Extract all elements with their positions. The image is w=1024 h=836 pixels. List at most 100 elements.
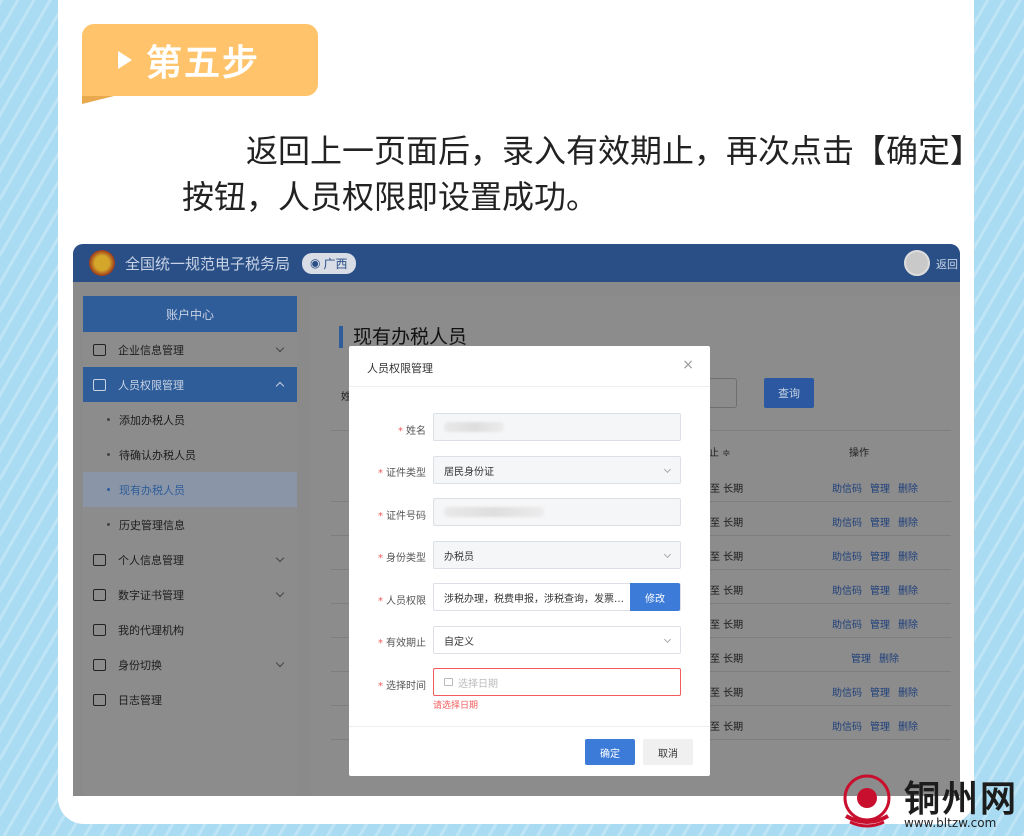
row-actions: 助信码 管理 删除 [815, 718, 935, 733]
region-badge[interactable]: ◉ 广西 [302, 252, 356, 274]
sidebar-item-label: 历史管理信息 [119, 518, 185, 532]
sidebar-item-label: 我的代理机构 [118, 623, 184, 637]
row-action-link[interactable]: 管理 [870, 514, 890, 529]
id-card-icon [93, 553, 106, 566]
sidebar: 账户中心 企业信息管理 人员权限管理 添加办税人员 待确认办税人员 现有办税人员… [83, 296, 297, 796]
row-action-link[interactable]: 删除 [898, 718, 918, 733]
query-button[interactable]: 查询 [764, 378, 814, 408]
chevron-down-icon [663, 465, 672, 474]
modal-title: 人员权限管理 [367, 362, 433, 375]
row-expiry: 至 长期 [710, 620, 744, 631]
identity-type-select[interactable]: 办税员 [433, 541, 681, 569]
user-avatar[interactable] [904, 250, 930, 276]
permission-field[interactable]: 涉税办理，税费申报，涉税查询，发票… 修改 [433, 583, 681, 611]
step-label: 第五步 [146, 43, 261, 84]
id-type-label: * 证件类型 [378, 468, 426, 479]
calendar-icon [93, 693, 106, 706]
sidebar-item-logs[interactable]: 日志管理 [83, 682, 297, 717]
sidebar-item-enterprise-info[interactable]: 企业信息管理 [83, 332, 297, 367]
row-actions: 助信码 管理 删除 [815, 684, 935, 699]
row-actions: 助信码 管理 删除 [815, 514, 935, 529]
sidebar-item-current-staff[interactable]: 现有办税人员 [83, 472, 297, 507]
row-actions: 助信码 管理 删除 [815, 548, 935, 563]
row-action-link[interactable]: 管理 [851, 650, 871, 665]
cancel-button[interactable]: 取消 [643, 739, 693, 765]
column-header-expiry[interactable]: 止 ≑ [709, 444, 731, 459]
sidebar-item-identity-switch[interactable]: 身份切换 [83, 647, 297, 682]
chevron-down-icon [663, 550, 672, 559]
row-action-link[interactable]: 删除 [898, 514, 918, 529]
permission-modal: 人员权限管理 × * 姓名 * 证件类型 居民身份证 * 证件号码 * 身份类型 办税员… [349, 346, 710, 776]
sidebar-item-personal-info[interactable]: 个人信息管理 [83, 542, 297, 577]
sidebar-item-digital-cert[interactable]: 数字证书管理 [83, 577, 297, 612]
calendar-icon [444, 678, 453, 686]
sidebar-item-label: 个人信息管理 [118, 553, 184, 567]
chevron-down-icon [275, 658, 285, 668]
row-action-link[interactable]: 助信码 [832, 582, 862, 597]
modify-button[interactable]: 修改 [630, 583, 680, 611]
row-action-link[interactable]: 删除 [898, 582, 918, 597]
sidebar-item-agency[interactable]: 我的代理机构 [83, 612, 297, 647]
sidebar-item-permission-management[interactable]: 人员权限管理 [83, 367, 297, 402]
row-actions: 助信码 管理 删除 [815, 582, 935, 597]
name-label: * 姓名 [398, 426, 426, 437]
chevron-down-icon [275, 343, 285, 353]
permission-value: 涉税办理，税费申报，涉税查询，发票… [444, 593, 624, 605]
row-action-link[interactable]: 助信码 [832, 480, 862, 495]
sidebar-item-label: 企业信息管理 [118, 343, 184, 357]
sidebar-item-label: 现有办税人员 [119, 483, 185, 497]
row-action-link[interactable]: 删除 [898, 480, 918, 495]
row-action-link[interactable]: 助信码 [832, 684, 862, 699]
sidebar-item-label: 身份切换 [118, 658, 162, 672]
row-expiry: 至 长期 [710, 552, 744, 563]
sidebar-header: 账户中心 [83, 296, 297, 332]
column-header-actions: 操作 [849, 448, 869, 459]
sidebar-item-pending-staff[interactable]: 待确认办税人员 [83, 437, 297, 472]
id-number-field[interactable] [433, 498, 681, 526]
certificate-icon [93, 588, 106, 601]
row-actions: 管理 删除 [815, 650, 935, 665]
sidebar-item-label: 日志管理 [118, 693, 162, 707]
row-action-link[interactable]: 管理 [870, 480, 890, 495]
redacted-value [444, 422, 504, 432]
row-action-link[interactable]: 助信码 [832, 616, 862, 631]
id-type-select[interactable]: 居民身份证 [433, 456, 681, 484]
row-action-link[interactable]: 管理 [870, 582, 890, 597]
sidebar-item-add-staff[interactable]: 添加办税人员 [83, 402, 297, 437]
row-action-link[interactable]: 管理 [870, 718, 890, 733]
row-action-link[interactable]: 管理 [870, 684, 890, 699]
row-expiry: 至 长期 [710, 688, 744, 699]
row-actions: 助信码 管理 删除 [815, 480, 935, 495]
region-label: 广西 [323, 256, 348, 271]
site-name: 全国统一规范电子税务局 [125, 254, 291, 273]
name-field[interactable] [433, 413, 681, 441]
row-action-link[interactable]: 助信码 [832, 718, 862, 733]
lock-icon [93, 378, 106, 391]
row-expiry: 至 长期 [710, 722, 744, 733]
sidebar-item-history[interactable]: 历史管理信息 [83, 507, 297, 542]
row-action-link[interactable]: 删除 [898, 548, 918, 563]
expiry-select[interactable]: 自定义 [433, 626, 681, 654]
row-expiry: 至 长期 [710, 518, 744, 529]
play-triangle-icon [118, 51, 132, 69]
date-picker-input[interactable]: 选择日期 [433, 668, 681, 696]
row-action-link[interactable]: 管理 [870, 616, 890, 631]
watermark-name: 铜州网 [904, 779, 1019, 820]
row-action-link[interactable]: 删除 [898, 684, 918, 699]
back-link[interactable]: 返回 [936, 256, 958, 272]
row-action-link[interactable]: 删除 [879, 650, 899, 665]
row-action-link[interactable]: 助信码 [832, 514, 862, 529]
row-action-link[interactable]: 删除 [898, 616, 918, 631]
confirm-button[interactable]: 确定 [585, 739, 635, 765]
close-icon[interactable]: × [682, 357, 694, 373]
tax-emblem-icon [89, 250, 115, 276]
sidebar-item-label: 添加办税人员 [119, 413, 185, 427]
modal-divider [349, 386, 710, 387]
page-title: 现有办税人员 [339, 326, 467, 348]
building-icon [93, 343, 106, 356]
identity-type-label: * 身份类型 [378, 553, 426, 564]
row-action-link[interactable]: 助信码 [832, 548, 862, 563]
row-expiry: 至 长期 [710, 654, 744, 665]
row-action-link[interactable]: 管理 [870, 548, 890, 563]
sidebar-item-label: 待确认办税人员 [119, 448, 196, 462]
